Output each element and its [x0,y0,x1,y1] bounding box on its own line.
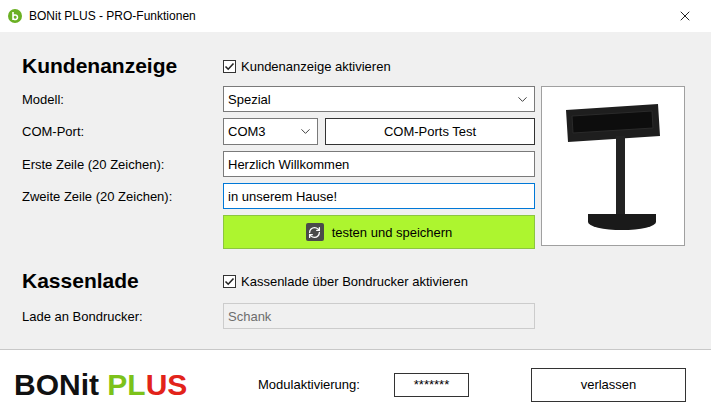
logo: BONit PLUS [14,368,258,402]
customer-display-icon [558,96,668,236]
activation-input[interactable]: ******* [394,373,469,397]
field-label: COM-Port: [22,124,223,139]
app-icon [8,9,22,23]
section-header: KassenladeKassenlade über Bondrucker akt… [22,267,689,295]
drawer-enable-checkbox[interactable]: Kassenlade über Bondrucker aktivieren [223,274,689,289]
window: BONit PLUS - PRO-Funktionen Kundenanzeige… [0,0,711,419]
display-enable-checkbox[interactable]: Kundenanzeige aktivieren [223,59,689,74]
field-label: Zweite Zeile (20 Zeichen): [22,189,223,204]
title-bar: BONit PLUS - PRO-Funktionen [0,0,711,32]
check-icon [224,276,235,287]
checkbox[interactable] [223,60,236,73]
printer-input: Schank [223,303,535,329]
check-icon [224,61,235,72]
text-input[interactable]: Herzlich Willkommen [223,151,535,177]
chevron-down-icon [298,124,313,139]
window-title: BONit PLUS - PRO-Funktionen [29,9,658,23]
display-settings: Modell:SpezialCOM-Port:COM3 COM-Ports Tes… [22,86,689,249]
device-image [541,86,685,246]
body: KundenanzeigeKundenanzeige aktivieren Mod… [0,32,711,349]
footer: BONit PLUSModulaktivierung:******* verlas… [0,349,711,419]
field-label: Modell: [22,92,223,107]
field-label: Erste Zeile (20 Zeichen): [22,157,223,172]
port-test-button[interactable]: COM-Ports Test [325,118,535,145]
section-header: KundenanzeigeKundenanzeige aktivieren [22,52,689,80]
field-label: Lade an Bondrucker: [22,309,223,324]
field-grid: Modell:SpezialCOM-Port:COM3 COM-Ports Tes… [22,86,535,249]
model-select[interactable]: Spezial [223,86,535,112]
checkbox[interactable] [223,275,236,288]
printer-row: Lade an Bondrucker:Schank [22,303,689,329]
section-heading: Kassenlade [22,267,223,295]
port-select[interactable]: COM3 [223,118,318,145]
close-button[interactable] [665,1,705,31]
chevron-down-icon [515,92,530,107]
test-save-button[interactable]: testen und speichern [223,215,535,249]
port-row: COM3 COM-Ports Test [223,118,535,145]
section-heading: Kundenanzeige [22,52,223,80]
exit-button[interactable]: verlassen [531,368,686,402]
refresh-icon [306,223,324,241]
text-input[interactable]: in unserem Hause! [223,183,535,209]
close-icon [677,8,693,24]
activation-label: Modulaktivierung: [258,377,394,392]
